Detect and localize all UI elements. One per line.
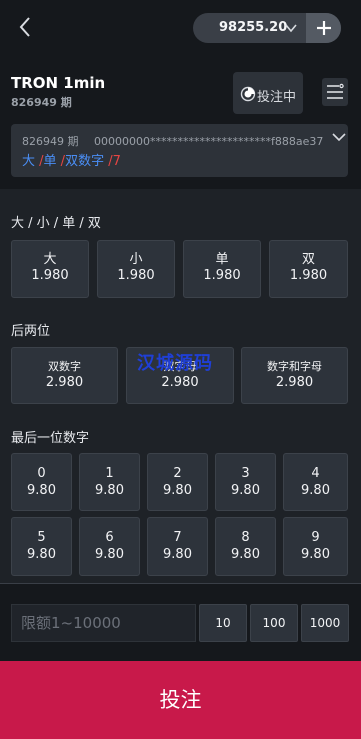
bet-option-digit-3[interactable]: 3 9.80 xyxy=(215,453,276,511)
option-odds: 1.980 xyxy=(203,268,241,283)
option-name: 大 xyxy=(43,252,57,267)
bet-amount-input[interactable] xyxy=(11,604,196,642)
option-name: 3 xyxy=(241,466,250,481)
result-period-line: 826949 期 00000000**********************f… xyxy=(22,133,323,149)
option-odds: 1.980 xyxy=(117,268,155,283)
option-odds: 2.980 xyxy=(45,375,84,390)
bet-status-button[interactable]: 投注中 xyxy=(233,72,303,114)
option-odds: 1.980 xyxy=(31,268,69,283)
option-name: 6 xyxy=(105,530,114,545)
option-odds: 9.80 xyxy=(95,483,124,498)
quick-amount-100[interactable]: 100 xyxy=(250,604,298,642)
balance-amount: 98255.20 xyxy=(219,20,288,35)
game-header: TRON 1min 826949 期 投注中 826949 期 00000000… xyxy=(0,56,361,189)
result-summary: 大 /单 /双数字 /7 xyxy=(22,150,121,169)
option-name: 数字和字母 xyxy=(267,360,322,373)
result-separator: / xyxy=(104,154,113,169)
option-odds: 2.980 xyxy=(161,375,199,390)
option-odds: 9.80 xyxy=(27,483,56,498)
bet-option-digit-6[interactable]: 6 9.80 xyxy=(79,517,140,576)
bet-option-big[interactable]: 大 1.980 xyxy=(11,240,89,298)
option-name: 9 xyxy=(311,530,320,545)
option-odds: 9.80 xyxy=(95,547,124,562)
chevron-down-icon xyxy=(285,24,297,33)
chevron-down-icon[interactable] xyxy=(331,130,347,144)
menu-icon xyxy=(327,83,344,99)
result-digit: 7 xyxy=(112,154,121,169)
option-odds: 9.80 xyxy=(301,547,330,562)
bet-option-small[interactable]: 小 1.980 xyxy=(97,240,175,298)
option-name: 1 xyxy=(105,466,114,481)
back-button[interactable] xyxy=(14,14,38,40)
current-period: 826949 期 xyxy=(11,96,72,109)
section-title-bigsmall: 大 / 小 / 单 / 双 xyxy=(11,216,101,231)
bet-option-double-digits[interactable]: 双数字 2.980 xyxy=(11,347,118,404)
option-name: 7 xyxy=(173,530,182,545)
result-oddeven: 单 xyxy=(43,154,57,169)
bet-option-digit-1[interactable]: 1 9.80 xyxy=(79,453,140,511)
bet-option-digit-5[interactable]: 5 9.80 xyxy=(11,517,72,576)
place-bet-button[interactable]: 投注 xyxy=(0,661,361,739)
option-name: 4 xyxy=(311,466,320,481)
option-odds: 9.80 xyxy=(231,483,260,498)
bet-option-odd[interactable]: 单 1.980 xyxy=(183,240,261,298)
option-name: 0 xyxy=(37,466,46,481)
result-type: 双数字 xyxy=(65,154,105,169)
bet-option-digit-4[interactable]: 4 9.80 xyxy=(283,453,348,511)
bet-option-digit-0[interactable]: 0 9.80 xyxy=(11,453,72,511)
bet-option-even[interactable]: 双 1.980 xyxy=(269,240,348,298)
last-result-panel[interactable]: 826949 期 00000000**********************f… xyxy=(11,124,348,177)
bet-status-label: 投注中 xyxy=(257,90,297,105)
option-odds: 9.80 xyxy=(301,483,330,498)
option-odds: 1.980 xyxy=(289,268,328,283)
bet-option-digit-8[interactable]: 8 9.80 xyxy=(215,517,276,576)
quick-amount-1000[interactable]: 1000 xyxy=(301,604,349,642)
result-hash: 00000000**********************f888ae37 xyxy=(94,135,324,148)
option-name: 8 xyxy=(241,530,250,545)
option-odds: 9.80 xyxy=(163,547,192,562)
add-funds-button[interactable] xyxy=(306,13,341,43)
result-separator: / xyxy=(56,154,66,169)
quick-amount-10[interactable]: 10 xyxy=(199,604,247,642)
timer-icon xyxy=(240,86,256,102)
result-separator: / xyxy=(35,154,44,169)
option-name: 双 xyxy=(301,252,315,267)
bet-amount-bar: 10 100 1000 xyxy=(0,583,361,661)
option-name: 2 xyxy=(173,466,182,481)
option-name: 小 xyxy=(129,252,143,267)
option-name: 5 xyxy=(37,530,46,545)
game-title: TRON 1min xyxy=(11,74,106,92)
option-odds: 9.80 xyxy=(163,483,192,498)
result-size: 大 xyxy=(22,154,36,169)
top-bar: 98255.20 xyxy=(0,0,361,56)
option-odds: 9.80 xyxy=(27,547,56,562)
menu-button[interactable] xyxy=(322,78,348,106)
option-name: 双数字 xyxy=(48,360,81,373)
bet-option-digit-9[interactable]: 9 9.80 xyxy=(283,517,348,576)
bet-option-digit-2[interactable]: 2 9.80 xyxy=(147,453,208,511)
chevron-left-icon xyxy=(19,17,30,37)
bet-option-digit-letter[interactable]: 数字和字母 2.980 xyxy=(241,347,348,404)
watermark: 汉城源码 xyxy=(137,353,213,374)
bet-option-digit-7[interactable]: 7 9.80 xyxy=(147,517,208,576)
plus-icon xyxy=(317,21,331,35)
option-odds: 9.80 xyxy=(231,547,260,562)
section-title-lastdigit: 最后一位数字 xyxy=(11,431,90,446)
option-name: 单 xyxy=(215,252,229,267)
section-title-last2: 后两位 xyxy=(11,324,51,339)
balance-selector[interactable]: 98255.20 xyxy=(193,13,341,43)
option-odds: 2.980 xyxy=(275,375,314,390)
result-period: 826949 期 xyxy=(22,135,79,148)
